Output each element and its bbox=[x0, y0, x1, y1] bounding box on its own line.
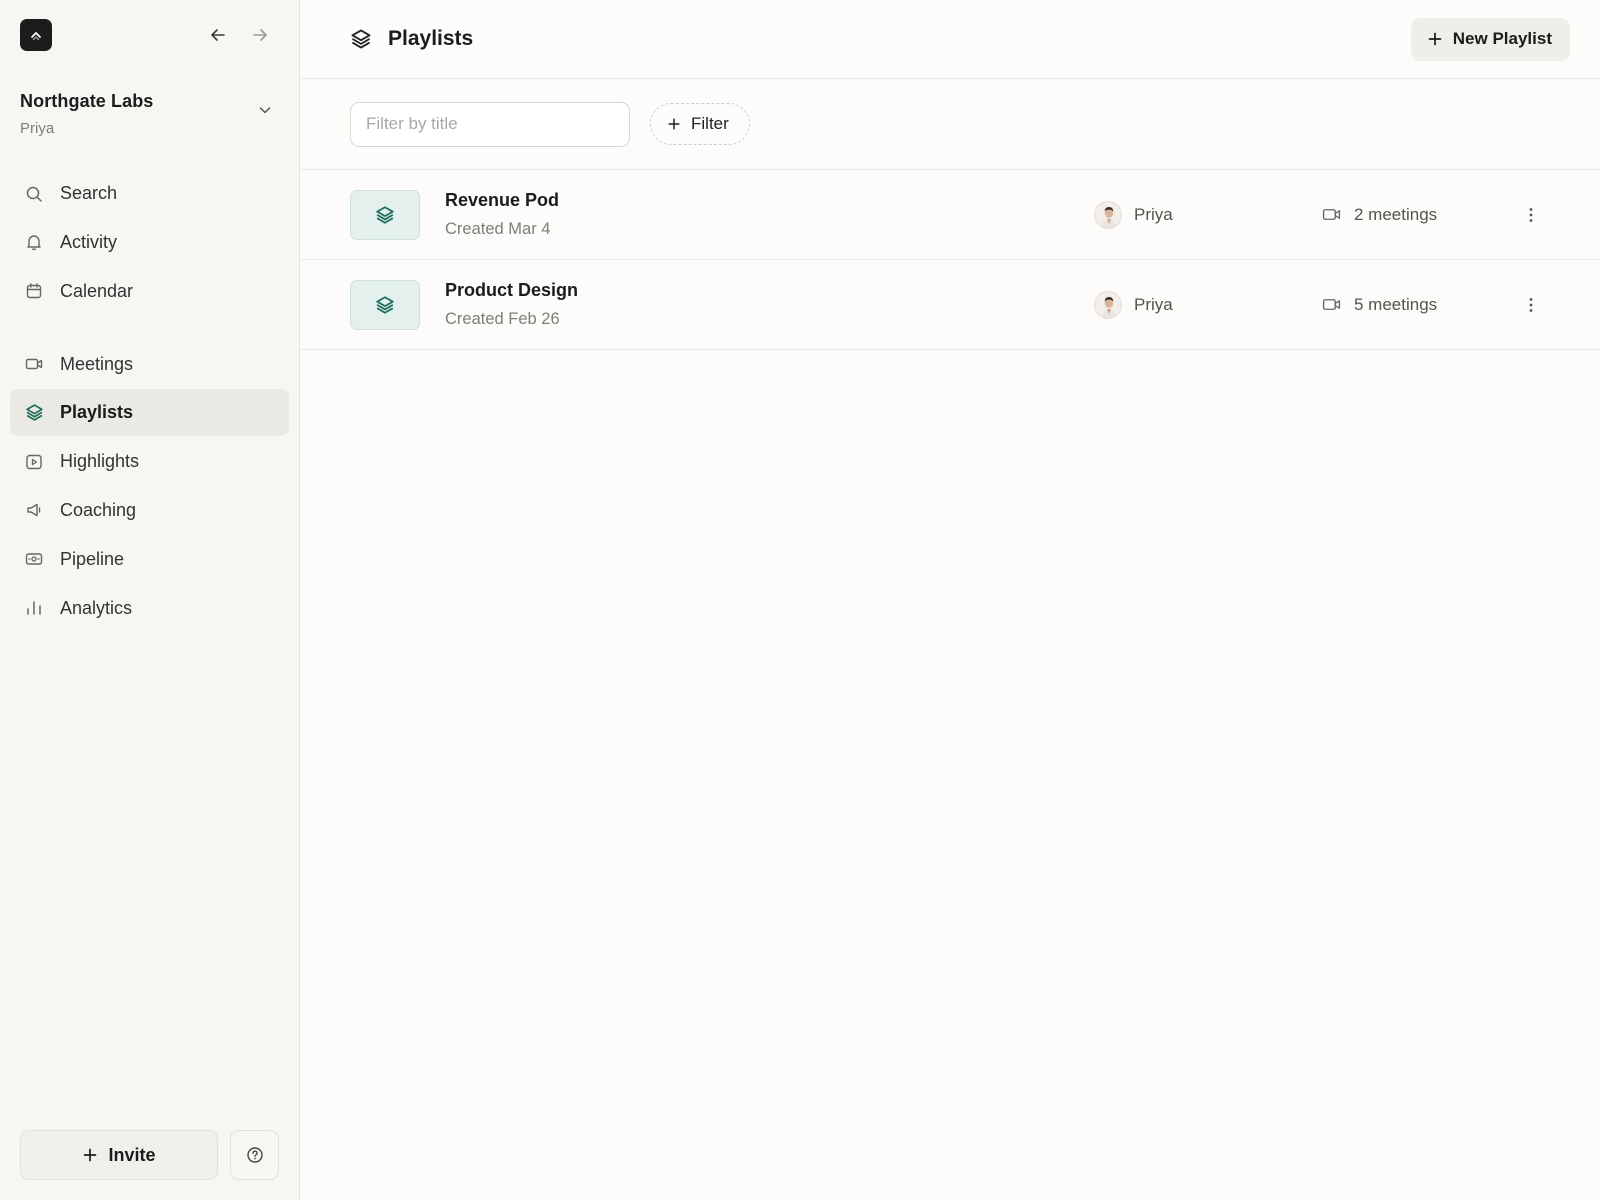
pipeline-icon bbox=[24, 549, 44, 569]
history-nav bbox=[205, 22, 273, 48]
playlist-thumbnail bbox=[350, 279, 420, 330]
sidebar-item-playlists[interactable]: Playlists bbox=[10, 389, 289, 437]
playlist-row[interactable]: Revenue Pod Created Mar 4 Priya 2 meetin… bbox=[300, 170, 1600, 260]
owner-name: Priya bbox=[1134, 204, 1173, 224]
help-button[interactable] bbox=[230, 1130, 279, 1180]
sidebar-item-search[interactable]: Search bbox=[10, 170, 289, 217]
meeting-count-text: 5 meetings bbox=[1354, 294, 1438, 314]
plus-icon bbox=[668, 118, 680, 130]
sidebar-footer: Invite bbox=[20, 1130, 279, 1180]
sidebar-item-meetings[interactable]: Meetings bbox=[10, 341, 289, 388]
sidebar-top bbox=[0, 0, 299, 70]
new-playlist-label: New Playlist bbox=[1452, 29, 1552, 48]
sidebar-item-label: Pipeline bbox=[60, 548, 125, 569]
layers-icon bbox=[24, 403, 44, 423]
layers-icon bbox=[376, 295, 394, 314]
playlist-title: Revenue Pod bbox=[445, 190, 560, 210]
sidebar-item-label: Meetings bbox=[60, 353, 134, 374]
video-icon bbox=[24, 354, 44, 374]
calendar-icon bbox=[24, 281, 44, 301]
playlist-created: Created Mar 4 bbox=[445, 220, 551, 238]
row-menu-button[interactable] bbox=[1518, 292, 1544, 318]
sidebar-item-label: Activity bbox=[60, 231, 118, 252]
meeting-count-text: 2 meetings bbox=[1354, 204, 1438, 224]
bell-icon bbox=[24, 232, 44, 252]
sidebar-item-label: Calendar bbox=[60, 280, 134, 301]
primary-nav: Search Activity Calendar bbox=[0, 170, 299, 315]
sidebar-item-coaching[interactable]: Coaching bbox=[10, 487, 289, 534]
new-playlist-button[interactable]: New Playlist bbox=[1410, 17, 1570, 61]
sidebar-item-label: Playlists bbox=[60, 402, 134, 423]
workspace-name: Northgate Labs bbox=[20, 91, 154, 111]
layers-icon bbox=[376, 205, 394, 224]
bar-chart-icon bbox=[24, 598, 44, 618]
invite-button[interactable]: Invite bbox=[20, 1130, 218, 1180]
sidebar-item-pipeline[interactable]: Pipeline bbox=[10, 536, 289, 583]
workspace-info: Northgate Labs Priya bbox=[20, 91, 153, 137]
more-vertical-icon bbox=[1529, 297, 1533, 312]
sidebar: Northgate Labs Priya Search Activity Cal… bbox=[0, 0, 300, 1200]
playlist-row[interactable]: Product Design Created Feb 26 Priya 5 me… bbox=[300, 260, 1600, 350]
forward-button[interactable] bbox=[247, 22, 273, 48]
playlist-list: Revenue Pod Created Mar 4 Priya 2 meetin… bbox=[300, 170, 1600, 350]
playlist-title: Product Design bbox=[445, 280, 579, 300]
title-filter-input[interactable] bbox=[350, 101, 630, 147]
avatar bbox=[1094, 200, 1122, 229]
chevron-down-icon bbox=[259, 107, 271, 114]
playlist-info: Revenue Pod Created Mar 4 bbox=[445, 190, 1095, 239]
row-menu-button[interactable] bbox=[1518, 202, 1544, 228]
sidebar-item-activity[interactable]: Activity bbox=[10, 219, 289, 266]
add-filter-button[interactable]: Filter bbox=[650, 103, 750, 145]
workspace-user: Priya bbox=[20, 120, 55, 137]
search-icon bbox=[24, 184, 44, 204]
chevron-up-logo-icon bbox=[31, 32, 41, 41]
workspace-switcher[interactable]: Northgate Labs Priya bbox=[0, 70, 299, 142]
meeting-count: 2 meetings bbox=[1322, 205, 1437, 225]
layers-icon bbox=[351, 29, 371, 49]
invite-label: Invite bbox=[108, 1144, 156, 1165]
megaphone-icon bbox=[24, 500, 44, 520]
sidebar-item-highlights[interactable]: Highlights bbox=[10, 438, 289, 485]
filter-bar: Filter bbox=[300, 79, 1600, 170]
sidebar-item-label: Search bbox=[60, 183, 118, 203]
video-icon bbox=[1322, 299, 1341, 310]
more-vertical-icon bbox=[1529, 207, 1533, 222]
page-title: Playlists bbox=[350, 27, 473, 51]
sidebar-item-label: Coaching bbox=[60, 499, 137, 520]
meeting-count: 5 meetings bbox=[1322, 295, 1437, 315]
help-circle-icon bbox=[246, 1147, 263, 1163]
sidebar-item-label: Analytics bbox=[60, 597, 133, 618]
playlist-owner: Priya bbox=[1094, 290, 1173, 319]
page-title-text: Playlists bbox=[388, 27, 474, 50]
back-button[interactable] bbox=[205, 22, 231, 48]
main-content: Playlists New Playlist Filter Revenue Po… bbox=[300, 0, 1600, 1200]
filter-label: Filter bbox=[691, 114, 729, 133]
arrow-right-icon bbox=[253, 29, 267, 41]
arrow-left-icon bbox=[211, 29, 225, 41]
sidebar-item-label: Highlights bbox=[60, 451, 140, 472]
playlist-thumbnail bbox=[350, 189, 420, 240]
play-square-icon bbox=[24, 452, 44, 472]
page-header: Playlists New Playlist bbox=[300, 0, 1600, 79]
playlist-owner: Priya bbox=[1094, 200, 1173, 229]
playlist-created: Created Feb 26 bbox=[445, 310, 560, 328]
owner-name: Priya bbox=[1134, 294, 1173, 314]
playlist-info: Product Design Created Feb 26 bbox=[445, 280, 1095, 329]
secondary-nav: Meetings Playlists Highlights Coaching P… bbox=[0, 341, 299, 632]
sidebar-item-calendar[interactable]: Calendar bbox=[10, 268, 289, 315]
sidebar-item-analytics[interactable]: Analytics bbox=[10, 585, 289, 632]
video-icon bbox=[1322, 209, 1341, 220]
app-logo[interactable] bbox=[20, 19, 52, 51]
plus-icon bbox=[1428, 32, 1442, 46]
plus-icon bbox=[84, 1148, 97, 1162]
avatar bbox=[1094, 290, 1122, 319]
